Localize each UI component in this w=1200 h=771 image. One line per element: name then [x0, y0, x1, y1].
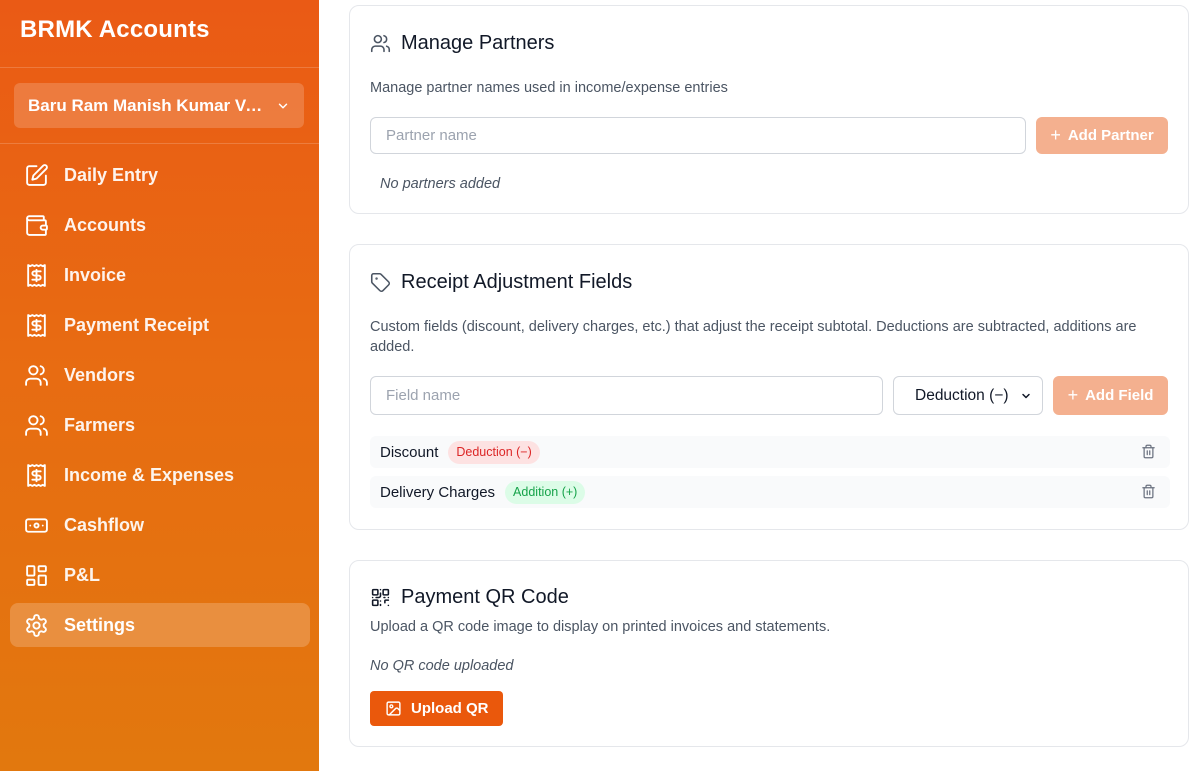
sidebar-item-farmers[interactable]: Farmers [10, 403, 310, 447]
sidebar-item-cashflow[interactable]: Cashflow [10, 503, 310, 547]
sidebar-item-label: Income & Expenses [64, 464, 235, 485]
sidebar-item-label: Vendors [64, 364, 136, 385]
receipt-icon [27, 313, 46, 337]
card-description: Manage partner names used in income/expe… [370, 80, 728, 96]
sidebar-item-label: Accounts [64, 214, 147, 235]
trash-icon[interactable] [1141, 484, 1156, 499]
qr-code-icon [371, 588, 390, 607]
users-icon [370, 34, 391, 53]
app-brand: BRMK Accounts [20, 16, 210, 43]
business-selector[interactable]: Baru Ram Manish Kumar Ve... [14, 83, 304, 128]
field-type-select[interactable]: Deduction (−) [893, 376, 1043, 415]
input-placeholder: Field name [386, 387, 461, 404]
chevron-down-icon [278, 103, 288, 108]
add-field-button[interactable]: + Add Field [1053, 376, 1168, 415]
input-placeholder: Partner name [386, 127, 477, 144]
receipt-icon [27, 263, 46, 287]
button-label: Upload QR [411, 700, 489, 717]
gear-icon [26, 613, 47, 637]
plus-icon: + [1067, 385, 1079, 405]
card-title-text: Manage Partners [401, 32, 555, 54]
sidebar-item-accounts[interactable]: Accounts [10, 203, 310, 247]
sidebar-item-label: Invoice [64, 264, 127, 285]
sidebar-item-daily-entry[interactable]: Daily Entry [10, 153, 310, 197]
sidebar-nav: Daily Entry Accounts Invoice Payment Rec… [10, 153, 310, 653]
receipt-icon [27, 463, 46, 487]
add-partner-button[interactable]: + Add Partner [1036, 117, 1168, 154]
button-label: Add Field [1085, 387, 1154, 404]
sidebar-item-label: P&L [64, 564, 100, 585]
field-name: Discount [380, 443, 439, 461]
empty-state-text: No partners added [380, 176, 501, 192]
card-title: Receipt Adjustment Fields [370, 271, 632, 294]
sidebar-item-pnl[interactable]: P&L [10, 553, 310, 597]
card-title-text: Receipt Adjustment Fields [401, 271, 633, 293]
sidebar-item-label: Cashflow [64, 514, 145, 535]
button-label: Add Partner [1067, 127, 1154, 144]
sidebar-item-label: Payment Receipt [64, 314, 210, 335]
trash-icon[interactable] [1141, 444, 1156, 459]
empty-state-text: No QR code uploaded [370, 658, 514, 674]
sidebar-item-label: Farmers [64, 414, 136, 435]
edit-icon [26, 163, 48, 186]
sidebar-item-label: Settings [64, 614, 136, 635]
users-icon [25, 414, 48, 436]
layout-grid-icon [26, 564, 47, 586]
field-name-input[interactable]: Field name [370, 376, 883, 415]
sidebar-item-settings[interactable]: Settings [10, 603, 310, 647]
users-icon [25, 364, 48, 386]
select-value: Deduction (−) [915, 386, 1009, 404]
payment-qr-card: Payment QR Code Upload a QR code image t… [349, 560, 1189, 747]
field-type-badge: Addition (+) [505, 480, 586, 504]
business-selector-value: Baru Ram Manish Kumar Ve... [28, 95, 268, 115]
sidebar: BRMK Accounts Baru Ram Manish Kumar Ve..… [0, 0, 319, 771]
divider [0, 143, 319, 144]
card-title: Manage Partners [370, 32, 554, 55]
chevron-down-icon [1022, 393, 1030, 399]
divider [0, 67, 319, 68]
wallet-icon [26, 214, 48, 236]
list-item: Discount Deduction (−) [370, 436, 1170, 468]
manage-partners-card: Manage Partners Manage partner names use… [349, 5, 1189, 214]
tag-icon [370, 272, 391, 293]
image-icon [386, 701, 401, 716]
card-title-text: Payment QR Code [401, 586, 569, 608]
partner-name-input[interactable]: Partner name [370, 117, 1026, 154]
sidebar-item-vendors[interactable]: Vendors [10, 353, 310, 397]
sidebar-item-payment-receipt[interactable]: Payment Receipt [10, 303, 310, 347]
card-description: Custom fields (discount, delivery charge… [370, 319, 1137, 355]
banknote-icon [25, 517, 48, 533]
upload-qr-button[interactable]: Upload QR [370, 691, 503, 726]
list-item: Delivery Charges Addition (+) [370, 476, 1170, 508]
plus-icon: + [1050, 125, 1061, 145]
sidebar-item-label: Daily Entry [64, 164, 159, 185]
sidebar-item-invoice[interactable]: Invoice [10, 253, 310, 297]
field-type-badge: Deduction (−) [448, 440, 540, 464]
receipt-adjustment-card: Receipt Adjustment Fields Custom fields … [349, 244, 1189, 530]
card-title: Payment QR Code [370, 586, 569, 609]
card-description: Upload a QR code image to display on pri… [370, 619, 831, 635]
field-name: Delivery Charges [380, 483, 496, 501]
sidebar-item-income-expenses[interactable]: Income & Expenses [10, 453, 310, 497]
